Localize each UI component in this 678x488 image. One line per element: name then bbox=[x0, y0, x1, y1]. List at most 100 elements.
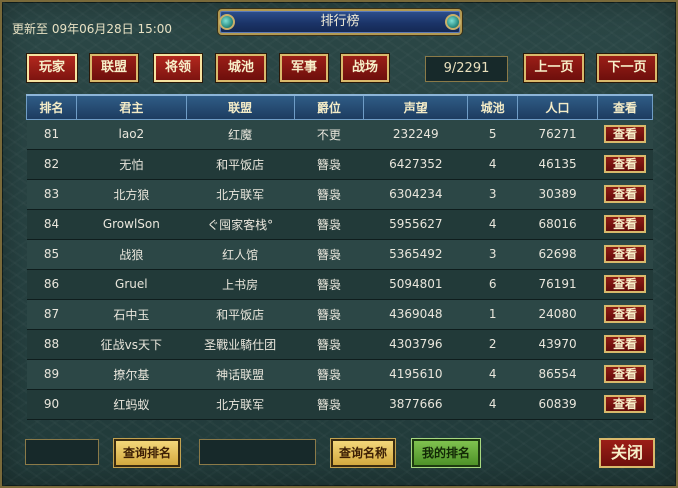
window-title-bar: 排行榜 bbox=[218, 9, 462, 35]
cell-title: 簪袅 bbox=[294, 329, 364, 360]
cell-rank: 88 bbox=[26, 329, 77, 360]
tab-military[interactable]: 军事 bbox=[280, 54, 328, 82]
column-header-prestige: 声望 bbox=[363, 94, 469, 120]
tab-alliance[interactable]: 联盟 bbox=[90, 54, 138, 82]
table-row: 85 战狼 红人馆 簪袅 5365492 3 62698 查看 bbox=[26, 239, 653, 270]
cell-prestige: 6427352 bbox=[363, 149, 468, 180]
tab-city[interactable]: 城池 bbox=[216, 54, 266, 82]
cell-alliance: 神话联盟 bbox=[186, 359, 295, 390]
cell-population: 30389 bbox=[517, 179, 598, 210]
view-button[interactable]: 查看 bbox=[603, 365, 646, 383]
cell-alliance: 和平饭店 bbox=[186, 299, 295, 330]
my-rank-button[interactable]: 我的排名 bbox=[412, 439, 480, 467]
cell-view: 查看 bbox=[597, 299, 653, 330]
table-row: 88 征战vs天下 圣戰业騎仕团 簪袅 4303796 2 43970 查看 bbox=[26, 329, 653, 360]
column-header-cities: 城池 bbox=[467, 94, 519, 120]
cell-alliance: 北方联军 bbox=[186, 389, 295, 420]
cell-prestige: 3877666 bbox=[363, 389, 468, 420]
close-button[interactable]: 关闭 bbox=[599, 438, 655, 468]
cell-population: 86554 bbox=[517, 359, 598, 390]
next-page-button[interactable]: 下一页 bbox=[597, 54, 657, 82]
cell-prestige: 5955627 bbox=[363, 209, 468, 240]
view-button[interactable]: 查看 bbox=[603, 185, 646, 203]
cell-cities: 4 bbox=[467, 359, 518, 390]
rank-query-input[interactable] bbox=[25, 439, 99, 465]
cell-alliance: 北方联军 bbox=[186, 179, 295, 210]
tab-player[interactable]: 玩家 bbox=[27, 54, 77, 82]
cell-prestige: 232249 bbox=[363, 119, 468, 150]
cell-rank: 82 bbox=[26, 149, 77, 180]
cell-lord: 战狼 bbox=[76, 239, 187, 270]
cell-alliance: 上书房 bbox=[186, 269, 295, 300]
cell-lord: 撩尔基 bbox=[76, 359, 187, 390]
cell-rank: 90 bbox=[26, 389, 77, 420]
cell-title: 簪袅 bbox=[294, 239, 364, 270]
cell-prestige: 6304234 bbox=[363, 179, 468, 210]
cell-prestige: 4303796 bbox=[363, 329, 468, 360]
cell-view: 查看 bbox=[597, 359, 653, 390]
table-row: 89 撩尔基 神话联盟 簪袅 4195610 4 86554 查看 bbox=[26, 359, 653, 390]
cell-prestige: 5365492 bbox=[363, 239, 468, 270]
cell-alliance: 圣戰业騎仕团 bbox=[186, 329, 295, 360]
cell-rank: 87 bbox=[26, 299, 77, 330]
cell-view: 查看 bbox=[597, 239, 653, 270]
table-header-row: 排名 君主 联盟 爵位 声望 城池 人口 查看 bbox=[26, 94, 654, 120]
tab-general[interactable]: 将领 bbox=[154, 54, 202, 82]
cell-alliance: 红人馆 bbox=[186, 239, 295, 270]
gem-ornament-icon bbox=[219, 14, 235, 30]
cell-title: 簪袅 bbox=[294, 359, 364, 390]
cell-cities: 1 bbox=[467, 299, 518, 330]
cell-population: 24080 bbox=[517, 299, 598, 330]
cell-rank: 86 bbox=[26, 269, 77, 300]
cell-title: 簪袅 bbox=[294, 269, 364, 300]
view-button[interactable]: 查看 bbox=[603, 155, 646, 173]
cell-rank: 84 bbox=[26, 209, 77, 240]
cell-title: 簪袅 bbox=[294, 179, 364, 210]
table-row: 84 GrowlSon ぐ囤家客栈° 簪袅 5955627 4 68016 查看 bbox=[26, 209, 653, 240]
prev-page-button[interactable]: 上一页 bbox=[524, 54, 584, 82]
cell-lord: 无怕 bbox=[76, 149, 187, 180]
view-button[interactable]: 查看 bbox=[603, 335, 646, 353]
column-header-population: 人口 bbox=[517, 94, 598, 120]
cell-population: 68016 bbox=[517, 209, 598, 240]
cell-prestige: 5094801 bbox=[363, 269, 468, 300]
table-row: 86 Gruel 上书房 簪袅 5094801 6 76191 查看 bbox=[26, 269, 653, 300]
cell-prestige: 4369048 bbox=[363, 299, 468, 330]
table-row: 83 北方狼 北方联军 簪袅 6304234 3 30389 查看 bbox=[26, 179, 653, 210]
ranking-window: 更新至 09年06月28日 15:00 排行榜 玩家 联盟 将领 城池 军事 战… bbox=[0, 0, 678, 488]
cell-prestige: 4195610 bbox=[363, 359, 468, 390]
cell-title: 簪袅 bbox=[294, 389, 364, 420]
cell-cities: 2 bbox=[467, 329, 518, 360]
page-indicator: 9/2291 bbox=[425, 56, 508, 82]
cell-view: 查看 bbox=[597, 209, 653, 240]
cell-title: 不更 bbox=[294, 119, 364, 150]
gem-ornament-icon bbox=[445, 14, 461, 30]
tab-battlefield[interactable]: 战场 bbox=[341, 54, 389, 82]
view-button[interactable]: 查看 bbox=[603, 305, 646, 323]
table-row: 82 无怕 和平饭店 簪袅 6427352 4 46135 查看 bbox=[26, 149, 653, 180]
query-rank-button[interactable]: 查询排名 bbox=[114, 439, 180, 467]
column-header-view: 查看 bbox=[596, 94, 654, 120]
query-name-button[interactable]: 查询名称 bbox=[331, 439, 395, 467]
cell-view: 查看 bbox=[597, 389, 653, 420]
cell-title: 簪袅 bbox=[294, 209, 364, 240]
view-button[interactable]: 查看 bbox=[603, 245, 646, 263]
cell-cities: 5 bbox=[467, 119, 518, 150]
cell-alliance: ぐ囤家客栈° bbox=[186, 209, 295, 240]
cell-lord: 征战vs天下 bbox=[76, 329, 187, 360]
view-button[interactable]: 查看 bbox=[603, 215, 646, 233]
cell-title: 簪袅 bbox=[294, 149, 364, 180]
cell-alliance: 和平饭店 bbox=[186, 149, 295, 180]
update-time-label: 更新至 09年06月28日 15:00 bbox=[12, 22, 173, 36]
view-button[interactable]: 查看 bbox=[603, 395, 646, 413]
column-header-rank: 排名 bbox=[26, 94, 77, 120]
cell-population: 76271 bbox=[517, 119, 598, 150]
cell-lord: 石中玉 bbox=[76, 299, 187, 330]
table-row: 87 石中玉 和平饭店 簪袅 4369048 1 24080 查看 bbox=[26, 299, 653, 330]
cell-view: 查看 bbox=[597, 179, 653, 210]
name-query-input[interactable] bbox=[199, 439, 316, 465]
view-button[interactable]: 查看 bbox=[603, 275, 646, 293]
cell-rank: 81 bbox=[26, 119, 77, 150]
view-button[interactable]: 查看 bbox=[603, 125, 646, 143]
cell-cities: 4 bbox=[467, 149, 518, 180]
